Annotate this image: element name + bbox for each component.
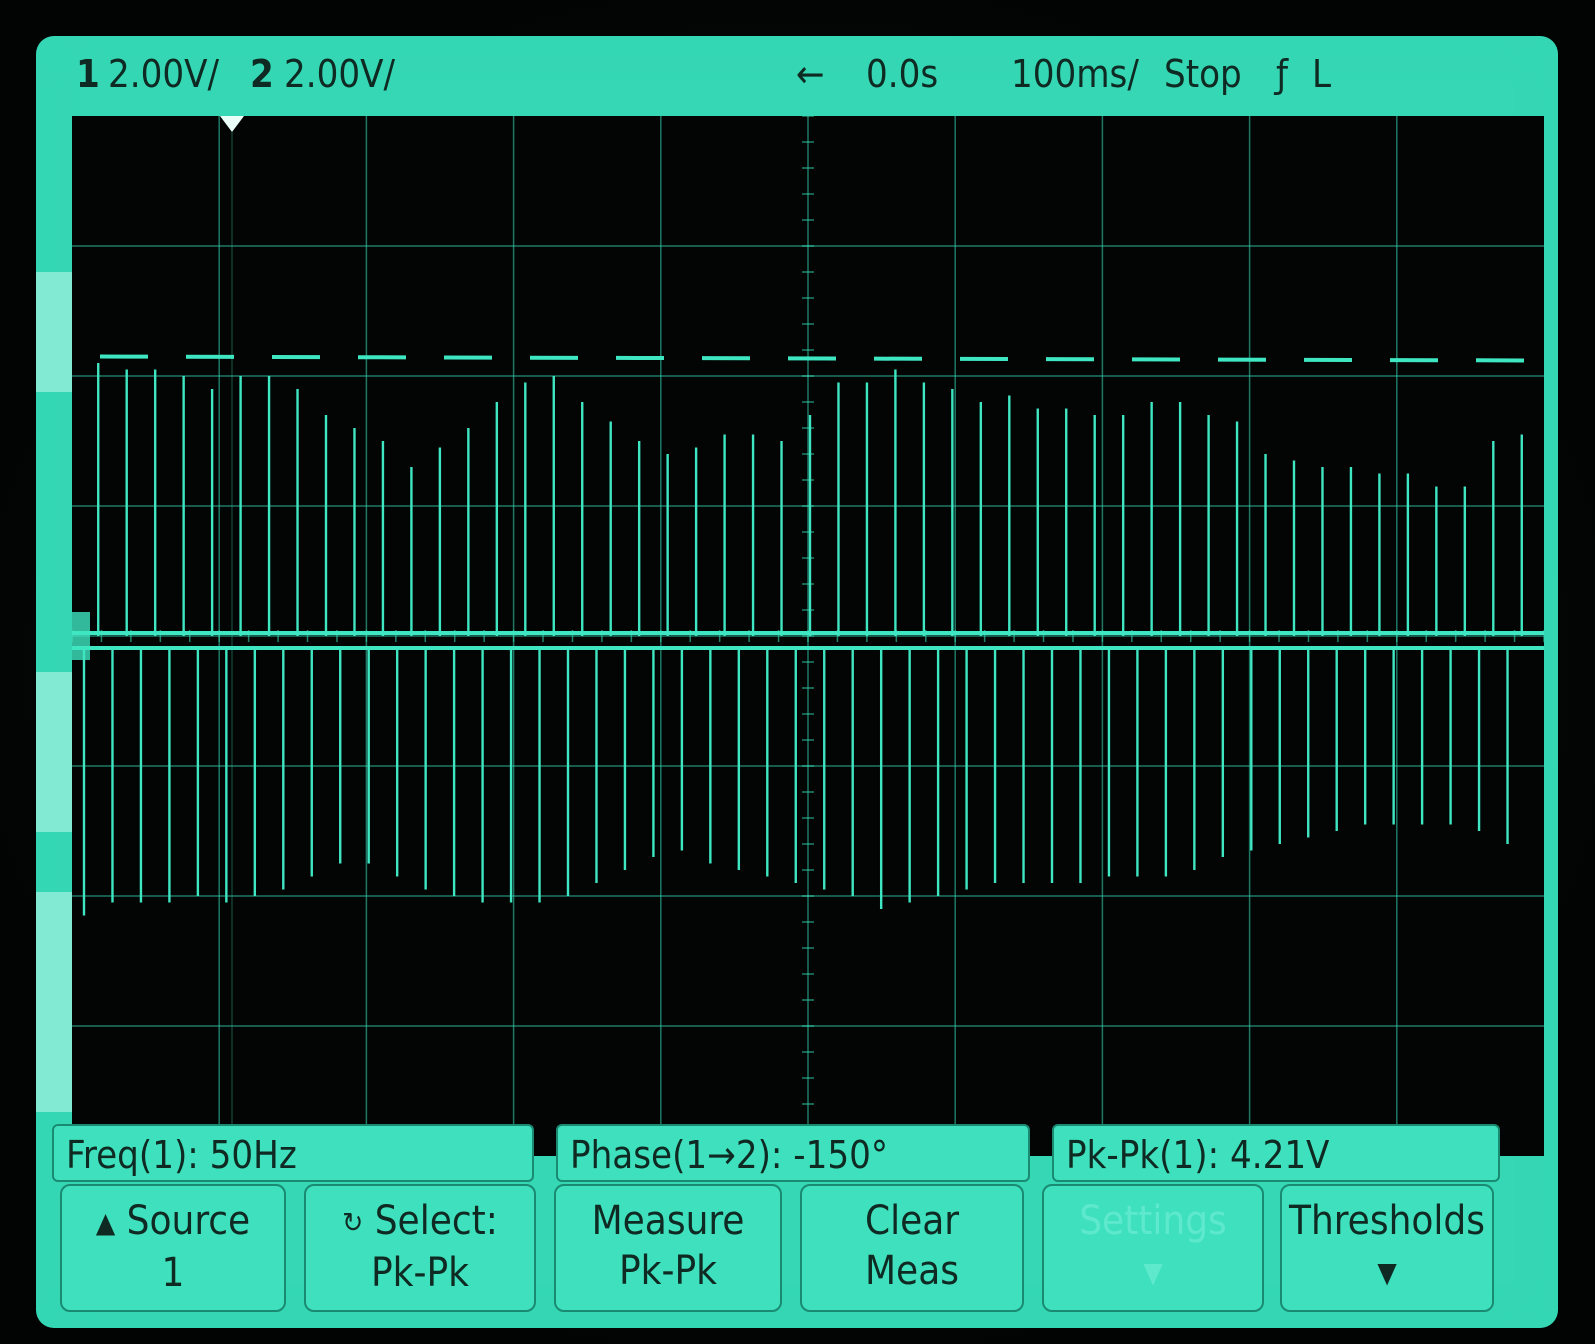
falling-edge-trigger-icon: ƒ	[1276, 52, 1289, 96]
select-value: Pk-Pk	[370, 1250, 470, 1296]
settings-label: Settings	[1079, 1198, 1227, 1244]
pkpk-marker-dashed-line	[99, 354, 1544, 363]
thresholds-softkey[interactable]: Thresholds ▼	[1280, 1184, 1494, 1312]
measure-value: Pk-Pk	[618, 1248, 718, 1294]
channel-2-number[interactable]: 2	[250, 36, 274, 112]
up-triangle-icon: ▲	[95, 1206, 116, 1239]
trigger-position-marker	[220, 116, 244, 132]
waveform-svg	[72, 116, 1544, 1156]
trigger-source[interactable]: L	[1312, 36, 1331, 112]
channel-1-number[interactable]: 1	[76, 36, 100, 112]
oscilloscope-screen: 1 2.00V/ 2 2.00V/ ← 0.0s 100ms/ Stop ƒ L…	[36, 36, 1558, 1328]
delay-arrow-icon: ←	[796, 52, 825, 96]
down-arrow-icon-disabled: ▼	[1143, 1256, 1163, 1289]
left-indicator-strip	[36, 112, 72, 1152]
measure-softkey[interactable]: Measure Pk-Pk	[554, 1184, 782, 1312]
clear-label: Clear	[864, 1198, 960, 1244]
run-state[interactable]: Stop	[1164, 36, 1242, 112]
thresholds-label: Thresholds	[1288, 1198, 1485, 1244]
source-label: Source	[126, 1198, 251, 1244]
select-label: Select:	[374, 1198, 498, 1244]
ground-reference-marker	[72, 612, 90, 660]
pkpk-measurement: Pk-Pk(1): 4.21V	[1052, 1124, 1500, 1182]
source-value: 1	[161, 1250, 185, 1296]
status-bar: 1 2.00V/ 2 2.00V/ ← 0.0s 100ms/ Stop ƒ L	[36, 36, 1558, 112]
settings-softkey[interactable]: Settings ▼	[1042, 1184, 1264, 1312]
measure-label: Measure	[591, 1198, 745, 1244]
select-softkey[interactable]: ↻ Select: Pk-Pk	[304, 1184, 536, 1312]
clear-value: Meas	[864, 1248, 959, 1294]
softkey-bar: ▲ Source 1 ↻ Select: Pk-Pk Measure Pk-Pk…	[52, 1184, 1552, 1314]
measurement-row: Freq(1): 50Hz Phase(1→2): -150° Pk-Pk(1)…	[52, 1124, 1552, 1184]
channel-2-scale[interactable]: 2.00V/	[284, 36, 395, 112]
waveform-display	[72, 116, 1544, 1156]
clear-meas-softkey[interactable]: Clear Meas	[800, 1184, 1024, 1312]
timebase-scale[interactable]: 100ms/	[1011, 36, 1139, 112]
freq-measurement: Freq(1): 50Hz	[52, 1124, 534, 1182]
source-softkey[interactable]: ▲ Source 1	[60, 1184, 286, 1312]
channel-1-scale[interactable]: 2.00V/	[108, 36, 219, 112]
down-arrow-icon: ▼	[1377, 1256, 1397, 1289]
entry-knob-icon: ↻	[342, 1206, 364, 1239]
phase-measurement: Phase(1→2): -150°	[556, 1124, 1030, 1182]
horizontal-delay[interactable]: 0.0s	[866, 36, 938, 112]
